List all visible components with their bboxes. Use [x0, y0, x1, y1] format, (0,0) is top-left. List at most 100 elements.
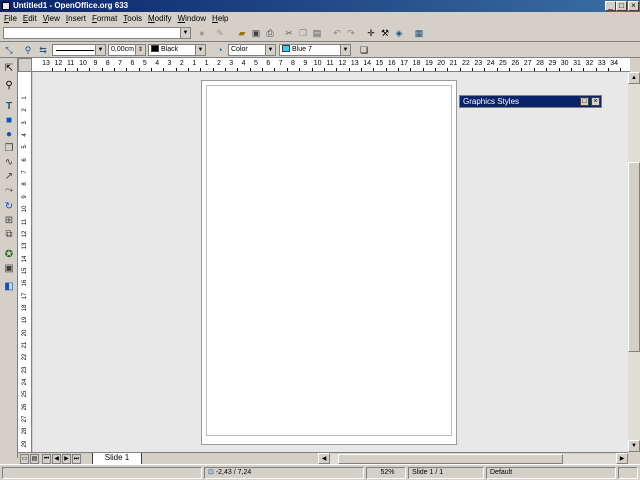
- effects-icon[interactable]: ✪: [2, 248, 16, 262]
- close-button[interactable]: ×: [628, 1, 639, 11]
- ruler-tick: [212, 68, 214, 71]
- menu-window[interactable]: Window: [178, 14, 206, 23]
- data-sources-icon[interactable]: ▦: [413, 27, 425, 39]
- arrow-style-icon[interactable]: ⇆: [37, 44, 49, 56]
- print-icon[interactable]: ⎙: [264, 27, 276, 39]
- horizontal-scroll-thumb[interactable]: [338, 454, 563, 464]
- chevron-down-icon[interactable]: ▼: [340, 45, 350, 55]
- menu-modify[interactable]: Modify: [148, 14, 172, 23]
- app-icon[interactable]: [2, 2, 10, 10]
- ruler-tick: [225, 68, 227, 71]
- previous-slide-icon[interactable]: ◀: [52, 454, 61, 464]
- save-icon[interactable]: ▣: [250, 27, 262, 39]
- horizontal-ruler[interactable]: 13 12 11 10 9 8 7 6 5 4 3 2 1 1 2 3 4 5 6 7 8 9 10 11 12 13 14 15 16…: [18, 58, 630, 72]
- stylist-icon[interactable]: ⚒: [379, 27, 391, 39]
- chevron-down-icon[interactable]: ▼: [195, 45, 205, 55]
- menu-tools[interactable]: Tools: [123, 14, 142, 23]
- chevron-down-icon[interactable]: ▼: [180, 28, 190, 38]
- horizontal-scrollbar[interactable]: ◀ ▶: [318, 453, 628, 464]
- menu-edit[interactable]: Edit: [23, 14, 37, 23]
- ruler-corner[interactable]: [18, 58, 32, 72]
- area-style-select[interactable]: Color ▼: [228, 44, 276, 56]
- area-icon[interactable]: ◔: [214, 44, 226, 56]
- next-slide-icon[interactable]: ▶: [62, 454, 71, 464]
- navigator-icon[interactable]: ✛: [365, 27, 377, 39]
- area-color-select[interactable]: Blue 7 ▼: [279, 44, 351, 56]
- scroll-right-icon[interactable]: ▶: [616, 453, 628, 464]
- select-tool-icon[interactable]: ⇱: [2, 62, 16, 76]
- ruler-tick: [397, 68, 399, 71]
- stop-loading-icon[interactable]: ●: [196, 27, 208, 39]
- ruler-tick: [435, 68, 437, 71]
- vertical-ruler[interactable]: 1 2 3 4 5 6 7 8 9 10 11 12 13 14 15 16 17 18 19 20 21 22 23 24 2…: [18, 72, 32, 452]
- vertical-scrollbar[interactable]: ▲ ▼: [628, 72, 640, 452]
- chevron-down-icon[interactable]: ▼: [95, 45, 105, 55]
- spinner-icon[interactable]: ⇕: [135, 45, 145, 55]
- scroll-up-icon[interactable]: ▲: [628, 72, 640, 84]
- line-ends-icon[interactable]: ⚲: [22, 44, 34, 56]
- rotate-tool-icon[interactable]: ↻: [2, 200, 16, 214]
- ruler-tick-label: 21: [449, 60, 458, 67]
- url-combo[interactable]: ▼: [3, 27, 191, 39]
- gallery-icon[interactable]: ◈: [393, 27, 405, 39]
- vertical-scroll-thumb[interactable]: [628, 162, 640, 352]
- slide-show-icon[interactable]: ◧: [2, 280, 16, 294]
- ruler-tick-label: 2: [179, 60, 184, 67]
- 3d-controller-icon[interactable]: ▣: [2, 262, 16, 276]
- arrange-icon[interactable]: ⧉: [2, 228, 16, 242]
- redo-icon[interactable]: ↷: [345, 27, 357, 39]
- menu-format[interactable]: Format: [92, 14, 117, 23]
- menu-view[interactable]: View: [43, 14, 60, 23]
- scroll-down-icon[interactable]: ▼: [628, 440, 640, 452]
- minimize-button[interactable]: _: [605, 1, 616, 11]
- line-width-field[interactable]: 0,00cm ⇕: [108, 44, 146, 56]
- 3d-objects-icon[interactable]: ❒: [2, 142, 16, 156]
- status-zoom[interactable]: 52%: [366, 467, 406, 479]
- line-style-select[interactable]: ▼: [52, 44, 106, 56]
- ruler-tick: [336, 68, 338, 71]
- slide-tab-bar: ▭ ▤ ⏮ ◀ ▶ ⏭ Slide 1 ◀ ▶: [18, 452, 628, 465]
- close-icon[interactable]: ×: [591, 97, 600, 106]
- lines-arrows-icon[interactable]: ↗: [2, 170, 16, 184]
- restore-icon[interactable]: □: [580, 97, 589, 106]
- open-icon[interactable]: ▰: [236, 27, 248, 39]
- menu-file[interactable]: File: [4, 14, 17, 23]
- menu-insert[interactable]: Insert: [66, 14, 86, 23]
- ellipse-tool-icon[interactable]: ●: [2, 128, 16, 142]
- ruler-tick-label: 24: [486, 60, 495, 67]
- connector-tool-icon[interactable]: ⤳: [2, 184, 16, 198]
- cut-icon[interactable]: ✂: [283, 27, 295, 39]
- text-tool-icon[interactable]: T: [2, 100, 16, 114]
- ruler-tick: [472, 68, 474, 71]
- shadow-icon[interactable]: ❏: [358, 44, 370, 56]
- curve-tool-icon[interactable]: ∿: [2, 156, 16, 170]
- line-color-select[interactable]: Black ▼: [148, 44, 206, 56]
- position-size-icon[interactable]: ⤡: [3, 44, 15, 56]
- graphics-styles-window[interactable]: Graphics Styles □ ×: [459, 95, 602, 108]
- color-swatch: [151, 45, 159, 52]
- chevron-down-icon[interactable]: ▼: [265, 45, 275, 55]
- outline-view-icon[interactable]: ▤: [30, 454, 39, 464]
- paste-icon[interactable]: ▤: [311, 27, 323, 39]
- undo-icon[interactable]: ↶: [331, 27, 343, 39]
- slide-page[interactable]: [201, 80, 457, 445]
- ruler-tick: [138, 68, 140, 71]
- maximize-button[interactable]: □: [616, 1, 627, 11]
- first-slide-icon[interactable]: ⏮: [42, 454, 51, 464]
- zoom-tool-icon[interactable]: ⚲: [2, 79, 16, 93]
- ruler-tick: [521, 68, 523, 71]
- edit-file-icon[interactable]: ✎: [214, 27, 226, 39]
- ruler-tick: [583, 68, 585, 71]
- drawing-view-icon[interactable]: ▭: [20, 454, 29, 464]
- scroll-left-icon[interactable]: ◀: [318, 453, 330, 464]
- ruler-tick-label: 3: [167, 60, 172, 67]
- rectangle-tool-icon[interactable]: ■: [2, 114, 16, 128]
- menu-help[interactable]: Help: [212, 14, 228, 23]
- ruler-tick: [188, 68, 190, 71]
- copy-icon[interactable]: ❐: [297, 27, 309, 39]
- alignment-icon[interactable]: ⊞: [2, 214, 16, 228]
- slide-tab-label: Slide 1: [104, 453, 130, 462]
- ruler-tick-label: 12: [54, 60, 63, 67]
- last-slide-icon[interactable]: ⏭: [72, 454, 81, 464]
- ruler-tick-label: 9: [93, 60, 98, 67]
